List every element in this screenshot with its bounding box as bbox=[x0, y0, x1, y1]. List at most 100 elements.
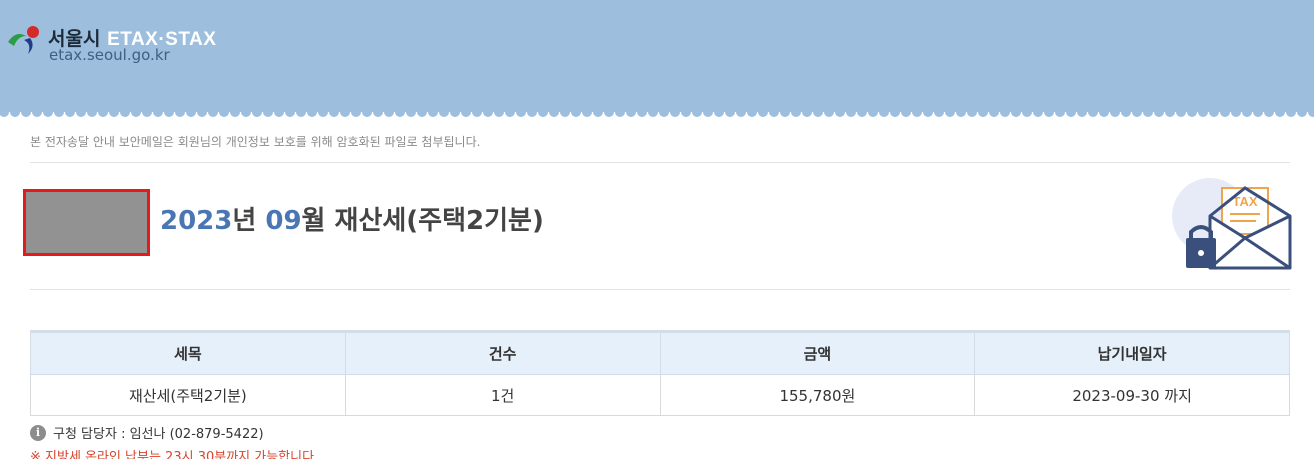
scallop-bump bbox=[1066, 107, 1076, 117]
scallop-bump bbox=[1198, 107, 1208, 117]
scallop-bump bbox=[384, 107, 394, 117]
scallop-bump bbox=[791, 107, 801, 117]
scallop-bump bbox=[219, 107, 229, 117]
info-icon: i bbox=[30, 424, 46, 441]
title-year-suffix: 년 bbox=[232, 206, 266, 236]
cell-amount: 155,780원 bbox=[659, 374, 976, 416]
scallop-bump bbox=[76, 107, 86, 117]
scallop-bump bbox=[868, 107, 878, 117]
scallop-bump bbox=[109, 107, 119, 117]
scallop-bump bbox=[307, 107, 317, 117]
header-banner: 서울시 ETAX·STAX etax.seoul.go.kr bbox=[0, 0, 1314, 112]
scallop-bump bbox=[604, 107, 614, 117]
scallop-bump bbox=[846, 107, 856, 117]
header-scallop-edge bbox=[0, 104, 1314, 117]
scallop-bump bbox=[989, 107, 999, 117]
scallop-bump bbox=[32, 107, 42, 117]
scallop-bump bbox=[747, 107, 757, 117]
scallop-bump bbox=[549, 107, 559, 117]
scallop-bump bbox=[263, 107, 273, 117]
scallop-bump bbox=[406, 107, 416, 117]
scallop-bump bbox=[1000, 107, 1010, 117]
scallop-bump bbox=[1176, 107, 1186, 117]
scallop-bump bbox=[516, 107, 526, 117]
scallop-bump bbox=[1022, 107, 1032, 117]
scallop-bump bbox=[252, 107, 262, 117]
scallop-bump bbox=[1121, 107, 1131, 117]
scallop-bump bbox=[879, 107, 889, 117]
table-header-row: 세목 건수 금액 납기내일자 bbox=[30, 330, 1290, 375]
scallop-bump bbox=[362, 107, 372, 117]
scallop-bump bbox=[54, 107, 64, 117]
scallop-bump bbox=[472, 107, 482, 117]
scallop-bump bbox=[967, 107, 977, 117]
scallop-bump bbox=[538, 107, 548, 117]
scallop-bump bbox=[780, 107, 790, 117]
scallop-bump bbox=[901, 107, 911, 117]
scallop-bump bbox=[483, 107, 493, 117]
table-row: 재산세(주택2기분) 1건 155,780원 2023-09-30 까지 bbox=[30, 374, 1290, 416]
payment-warning: ※ 지방세 온라인 납부는 23시 30분까지 가능합니다 bbox=[30, 450, 315, 459]
scallop-bump bbox=[1264, 107, 1274, 117]
scallop-bump bbox=[274, 107, 284, 117]
scallop-bump bbox=[1154, 107, 1164, 117]
scallop-bump bbox=[923, 107, 933, 117]
scallop-bump bbox=[824, 107, 834, 117]
redacted-name-box bbox=[23, 189, 150, 256]
column-header-due-date: 납기내일자 bbox=[974, 330, 1290, 375]
column-header-count: 건수 bbox=[344, 330, 661, 375]
scallop-bump bbox=[769, 107, 779, 117]
scallop-bump bbox=[1286, 107, 1296, 117]
page-title: 2023년 09월 재산세(주택2기분) bbox=[160, 200, 544, 237]
scallop-bump bbox=[1209, 107, 1219, 117]
scallop-bump bbox=[1231, 107, 1241, 117]
scallop-bump bbox=[1088, 107, 1098, 117]
scallop-bump bbox=[21, 107, 31, 117]
scallop-bump bbox=[428, 107, 438, 117]
scallop-bump bbox=[164, 107, 174, 117]
scallop-bump bbox=[582, 107, 592, 117]
title-year: 2023 bbox=[160, 206, 233, 236]
seoul-logo-icon bbox=[8, 26, 39, 54]
scallop-bump bbox=[1033, 107, 1043, 117]
divider-bottom bbox=[30, 289, 1290, 290]
scallop-bump bbox=[725, 107, 735, 117]
scallop-bump bbox=[1242, 107, 1252, 117]
scallop-bump bbox=[1110, 107, 1120, 117]
scallop-bump bbox=[659, 107, 669, 117]
scallop-bump bbox=[802, 107, 812, 117]
scallop-bump bbox=[1165, 107, 1175, 117]
scallop-bump bbox=[912, 107, 922, 117]
scallop-bump bbox=[945, 107, 955, 117]
contact-info: i 구청 담당자 : 임선나 (02-879-5422) bbox=[30, 423, 264, 442]
scallop-bump bbox=[87, 107, 97, 117]
scallop-bump bbox=[351, 107, 361, 117]
scallop-bump bbox=[670, 107, 680, 117]
scallop-bump bbox=[714, 107, 724, 117]
scallop-bump bbox=[1297, 107, 1307, 117]
scallop-bump bbox=[450, 107, 460, 117]
scallop-bump bbox=[186, 107, 196, 117]
title-month: 09 bbox=[265, 206, 302, 236]
scallop-bump bbox=[1143, 107, 1153, 117]
scallop-bump bbox=[296, 107, 306, 117]
scallop-bump bbox=[98, 107, 108, 117]
scallop-bump bbox=[197, 107, 207, 117]
scallop-bump bbox=[131, 107, 141, 117]
scallop-bump bbox=[373, 107, 383, 117]
scallop-bump bbox=[956, 107, 966, 117]
scallop-bump bbox=[1275, 107, 1285, 117]
scallop-bump bbox=[329, 107, 339, 117]
scallop-bump bbox=[494, 107, 504, 117]
scallop-bump bbox=[527, 107, 537, 117]
scallop-bump bbox=[43, 107, 53, 117]
contact-text: 구청 담당자 : 임선나 (02-879-5422) bbox=[53, 427, 264, 442]
scallop-bump bbox=[813, 107, 823, 117]
scallop-bump bbox=[736, 107, 746, 117]
scallop-bump bbox=[142, 107, 152, 117]
cell-due-date: 2023-09-30 까지 bbox=[974, 374, 1290, 416]
scallop-bump bbox=[318, 107, 328, 117]
scallop-bump bbox=[395, 107, 405, 117]
scallop-bump bbox=[978, 107, 988, 117]
scallop-bump bbox=[890, 107, 900, 117]
